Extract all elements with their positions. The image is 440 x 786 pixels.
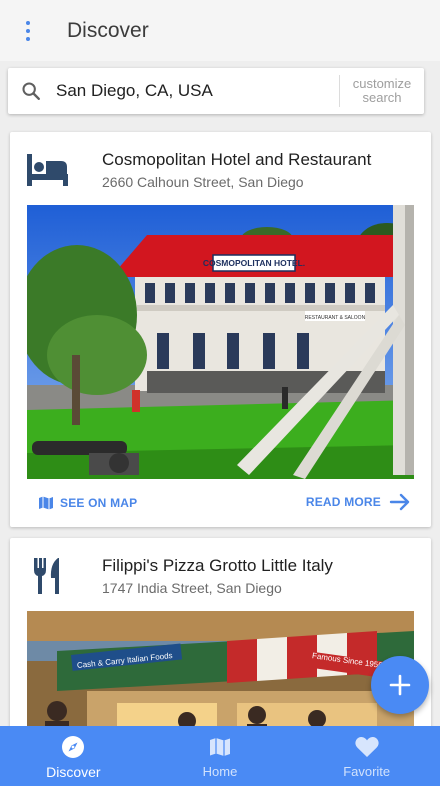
arrow-forward-icon (389, 493, 410, 511)
map-icon (39, 496, 53, 510)
read-more-button[interactable]: READ MORE (306, 491, 411, 513)
fork-knife-icon (34, 558, 59, 594)
hotel-bed-icon (27, 154, 68, 186)
card-actions: SEE ON MAP READ MORE (10, 479, 431, 527)
place-card[interactable]: Cosmopolitan Hotel and Restaurant 2660 C… (10, 132, 431, 527)
add-fab-button[interactable] (371, 656, 429, 714)
search-bar: customize search (8, 68, 424, 114)
card-header: Cosmopolitan Hotel and Restaurant 2660 C… (10, 132, 431, 205)
restaurant-sign-text: RESTAURANT & SALOON (305, 315, 366, 321)
read-more-label: READ MORE (305, 495, 381, 509)
more-vert-icon (26, 20, 30, 41)
place-title: Cosmopolitan Hotel and Restaurant (102, 150, 372, 169)
nav-label-home: Home (202, 764, 238, 779)
compass-icon (60, 734, 86, 760)
hotel-sign-text: COSMOPOLITAN HOTEL. (203, 258, 305, 268)
page-title: Discover (67, 18, 149, 42)
search-icon[interactable] (8, 68, 54, 114)
overflow-menu-button[interactable] (0, 0, 56, 61)
nav-item-favorite[interactable]: Favorite (293, 726, 440, 786)
place-address: 2660 Calhoun Street, San Diego (102, 174, 304, 190)
heart-icon (354, 734, 380, 760)
place-title: Filippi's Pizza Grotto Little Italy (102, 556, 333, 575)
app-bar: Discover (0, 0, 440, 61)
card-header: Filippi's Pizza Grotto Little Italy 1747… (10, 538, 431, 611)
map-icon (207, 734, 233, 760)
plus-icon (389, 674, 411, 696)
see-on-map-label: SEE ON MAP (60, 496, 138, 510)
place-address: 1747 India Street, San Diego (102, 580, 282, 596)
nav-label-favorite: Favorite (343, 764, 391, 779)
nav-item-discover[interactable]: Discover (0, 726, 147, 786)
place-photo[interactable]: COSMOPOLITAN HOTEL. RESTAURANT & SALOON (27, 205, 414, 479)
nav-label-discover: Discover (46, 764, 101, 780)
bottom-navigation: Discover Home Favorite (0, 726, 440, 786)
see-on-map-button[interactable]: SEE ON MAP (38, 495, 137, 511)
customize-search-button[interactable]: customize search (340, 77, 424, 105)
nav-item-home[interactable]: Home (147, 726, 294, 786)
search-input[interactable] (56, 81, 339, 101)
